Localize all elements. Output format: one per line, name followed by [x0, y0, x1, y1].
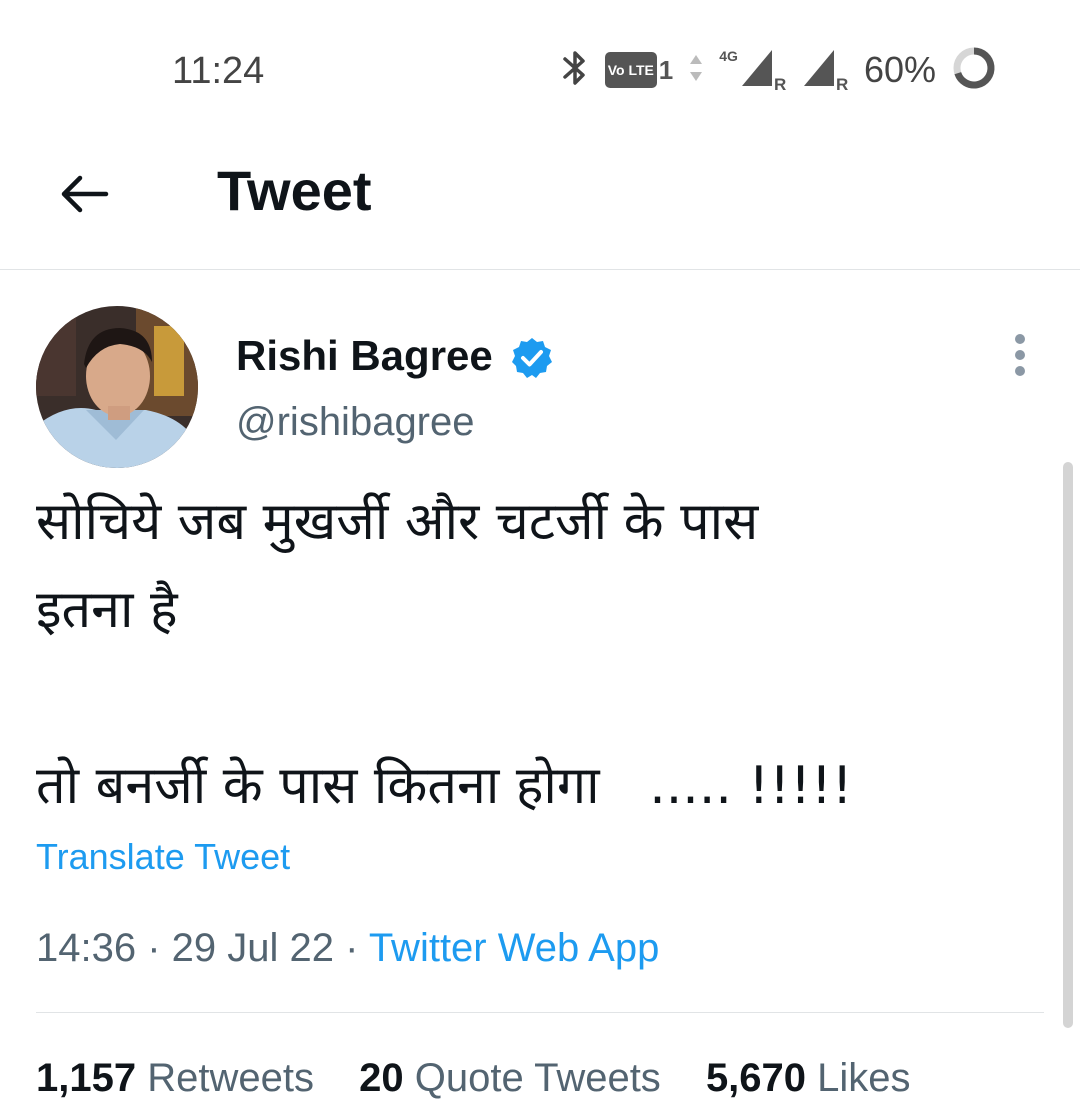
arrow-left-icon [61, 175, 109, 213]
battery-ring-icon [952, 46, 996, 95]
data-arrows-icon [689, 53, 703, 88]
meta-separator: · [334, 926, 369, 970]
tweet-text-line: सोचिये जब मुखर्जी और चटर्जी के पास [36, 492, 759, 552]
volte-icon: Vo LTE [604, 52, 657, 88]
scrollbar[interactable] [1063, 462, 1073, 1028]
more-options-button[interactable] [1000, 330, 1040, 380]
likes-stat[interactable]: 5,670 Likes [706, 1056, 911, 1100]
avatar[interactable] [36, 306, 198, 468]
author-name[interactable]: Rishi Bagree [236, 332, 493, 380]
engagement-stats: 1,157 Retweets 20 Quote Tweets 5,670 Lik… [36, 1056, 945, 1101]
tweet-source-link[interactable]: Twitter Web App [369, 926, 660, 970]
tweet-metadata: 14:36 · 29 Jul 22 · Twitter Web App [36, 926, 659, 971]
sim-indicator: 1 [658, 54, 674, 85]
svg-text:R: R [774, 75, 786, 90]
signal-icon: R [740, 46, 786, 95]
retweets-count: 1,157 [36, 1056, 137, 1100]
profile-photo [36, 306, 198, 468]
status-time: 11:24 [172, 50, 265, 92]
status-bar: 11:24 Vo LTE 1 4G R R 60% [0, 0, 1080, 140]
network-type: 4G [719, 48, 738, 64]
back-button[interactable] [52, 162, 116, 226]
likes-label: Likes [817, 1056, 911, 1100]
page-title: Tweet [217, 159, 372, 222]
verified-badge-icon [510, 336, 554, 380]
tweet-time: 14:36 [36, 926, 137, 970]
meta-separator: · [136, 926, 172, 970]
quote-tweets-stat[interactable]: 20 Quote Tweets [359, 1056, 661, 1100]
status-icons: Vo LTE 1 4G R R 60% [545, 42, 996, 98]
retweets-label: Retweets [147, 1056, 314, 1100]
bluetooth-icon [561, 48, 589, 93]
author-handle[interactable]: @rishibagree [236, 400, 475, 445]
tweet-text-line [36, 654, 996, 742]
quote-tweets-count: 20 [359, 1056, 404, 1100]
likes-count: 5,670 [705, 1056, 807, 1100]
tweet-date: 29 Jul 22 [171, 926, 334, 970]
retweets-stat[interactable]: 1,157 Retweets [36, 1056, 314, 1100]
translate-tweet-link[interactable]: Translate Tweet [36, 836, 290, 878]
battery-percentage: 60% [863, 49, 936, 90]
divider [36, 1012, 1044, 1013]
signal-icon: R [802, 46, 848, 95]
tweet-text: सोचिये जब मुखर्जी और चटर्जी के पास इतना … [36, 478, 996, 830]
vertical-dots-icon [1015, 334, 1025, 376]
tweet-text-line: इतना है [36, 580, 178, 640]
svg-text:R: R [836, 75, 848, 90]
quote-tweets-label: Quote Tweets [414, 1056, 661, 1100]
app-header: Tweet [0, 140, 1080, 270]
tweet-text-line: तो बनर्जी के पास कितना होगा ..... !!!!! [36, 756, 853, 816]
